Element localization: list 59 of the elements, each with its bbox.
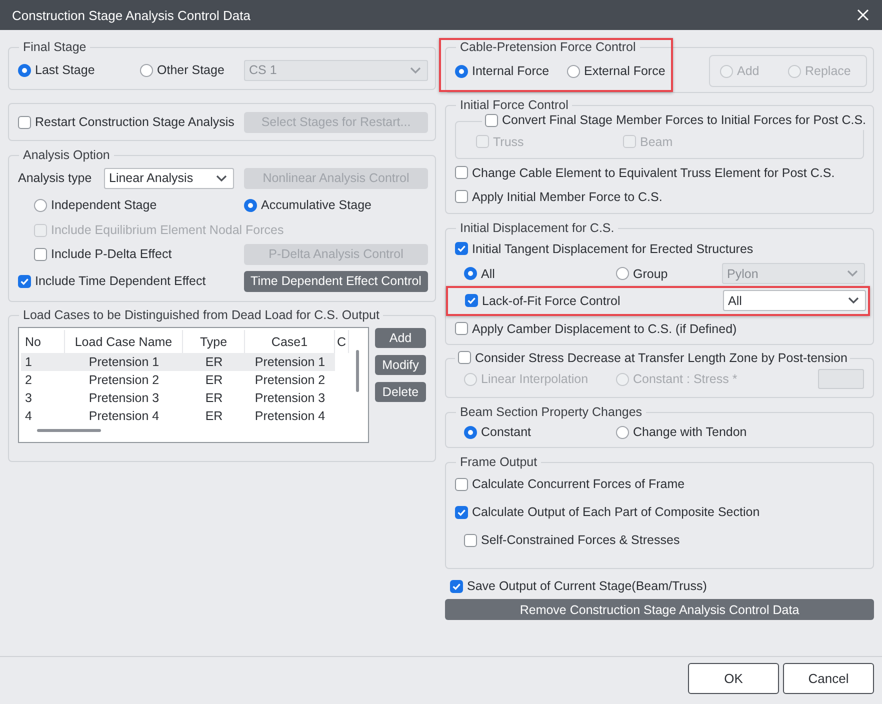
checkbox[interactable]: Self-Constrained Forces & Stresses <box>464 533 680 547</box>
checkbox[interactable]: Calculate Concurrent Forces of Frame <box>455 477 685 491</box>
checkmark-icon <box>457 508 466 516</box>
group-title: Initial Displacement for C.S. <box>459 220 616 236</box>
checkmark-icon <box>20 276 29 286</box>
dialog-button[interactable]: Cancel <box>783 663 874 694</box>
checkbox[interactable]: Save Output of Current Stage(Beam/Truss) <box>450 579 707 593</box>
radio-button[interactable]: Other Stage <box>140 63 224 77</box>
table-action-button[interactable]: Delete <box>375 382 426 402</box>
checkbox[interactable]: Change Cable Element to Equivalent Truss Element for Post C.S. <box>455 166 835 180</box>
group-title: Initial Force Control <box>459 98 570 113</box>
time-dependent-control-button[interactable]: Time Dependent Effect Control <box>244 270 428 292</box>
radio-button[interactable]: All <box>464 266 495 280</box>
checkbox[interactable]: Apply Initial Member Force to C.S. <box>455 190 662 204</box>
table-action-button[interactable]: Add <box>375 328 426 348</box>
radio-button[interactable]: Accumulative Stage <box>244 198 372 212</box>
radio-button[interactable]: External Force <box>567 64 666 78</box>
remove-control-data-button[interactable]: Remove Construction Stage Analysis Control Data <box>445 599 874 620</box>
radio-button[interactable]: Change with Tendon <box>616 425 747 439</box>
scrollbar[interactable] <box>37 429 101 432</box>
table-cell: 1 <box>21 353 65 371</box>
chevron-down-icon <box>847 270 858 277</box>
group-title: Frame Output <box>459 455 538 470</box>
checkmark-icon <box>457 244 466 253</box>
analysis-type-dropdown[interactable]: Linear Analysis <box>104 168 234 188</box>
window-title: Construction Stage Analysis Control Data <box>12 8 250 22</box>
group-title: Beam Section Property Changes <box>459 405 644 420</box>
checkbox[interactable]: Apply Camber Displacement to C.S. (if Defined) <box>455 322 737 336</box>
scrollbar[interactable] <box>356 350 359 392</box>
dialog-button[interactable]: OK <box>688 663 779 694</box>
checkbox[interactable]: Include Time Dependent Effect <box>18 274 206 288</box>
radio-button[interactable]: Independent Stage <box>34 198 157 212</box>
table-cell: ER <box>183 353 245 371</box>
close-button[interactable] <box>856 8 870 22</box>
radio-button[interactable]: Last Stage <box>18 63 95 77</box>
checkmark-icon <box>467 296 476 305</box>
checkbox[interactable]: Lack-of-Fit Force Control <box>465 294 620 308</box>
radio-button[interactable]: Constant <box>464 425 532 439</box>
checkbox[interactable]: Convert Final Stage Member Forces to Initial Forces for Post C.S. <box>485 113 866 127</box>
checkbox[interactable]: Restart Construction Stage Analysis <box>18 115 234 129</box>
table-cell: Pretension 1 <box>65 353 183 371</box>
group-title: Load Cases to be Distinguished from Dead Load for C.S. Output <box>22 308 380 323</box>
radio-button[interactable]: Group <box>616 266 668 280</box>
chevron-down-icon <box>848 297 859 304</box>
checkbox[interactable]: Consider Stress Decrease at Transfer Length Zone by Post-tension <box>458 350 848 364</box>
table-cell: Pretension 1 <box>245 353 335 371</box>
group-title: Cable-Pretension Force Control <box>459 40 637 55</box>
chevron-down-icon <box>410 66 421 74</box>
checkmark-icon <box>452 582 461 590</box>
checkbox[interactable]: Include P-Delta Effect <box>34 247 172 261</box>
radio-button[interactable]: Internal Force <box>455 64 550 78</box>
checkbox[interactable]: Calculate Output of Each Part of Composite Section <box>455 505 760 519</box>
table-action-button[interactable]: Modify <box>375 355 426 375</box>
checkbox[interactable]: Initial Tangent Displacement for Erected Structures <box>455 242 754 256</box>
lack-of-fit-dropdown[interactable]: All <box>723 290 866 311</box>
group-title: Final Stage <box>22 40 88 55</box>
chevron-down-icon <box>216 174 227 182</box>
field-label: Analysis type <box>18 171 92 185</box>
group-title: Analysis Option <box>22 148 111 163</box>
